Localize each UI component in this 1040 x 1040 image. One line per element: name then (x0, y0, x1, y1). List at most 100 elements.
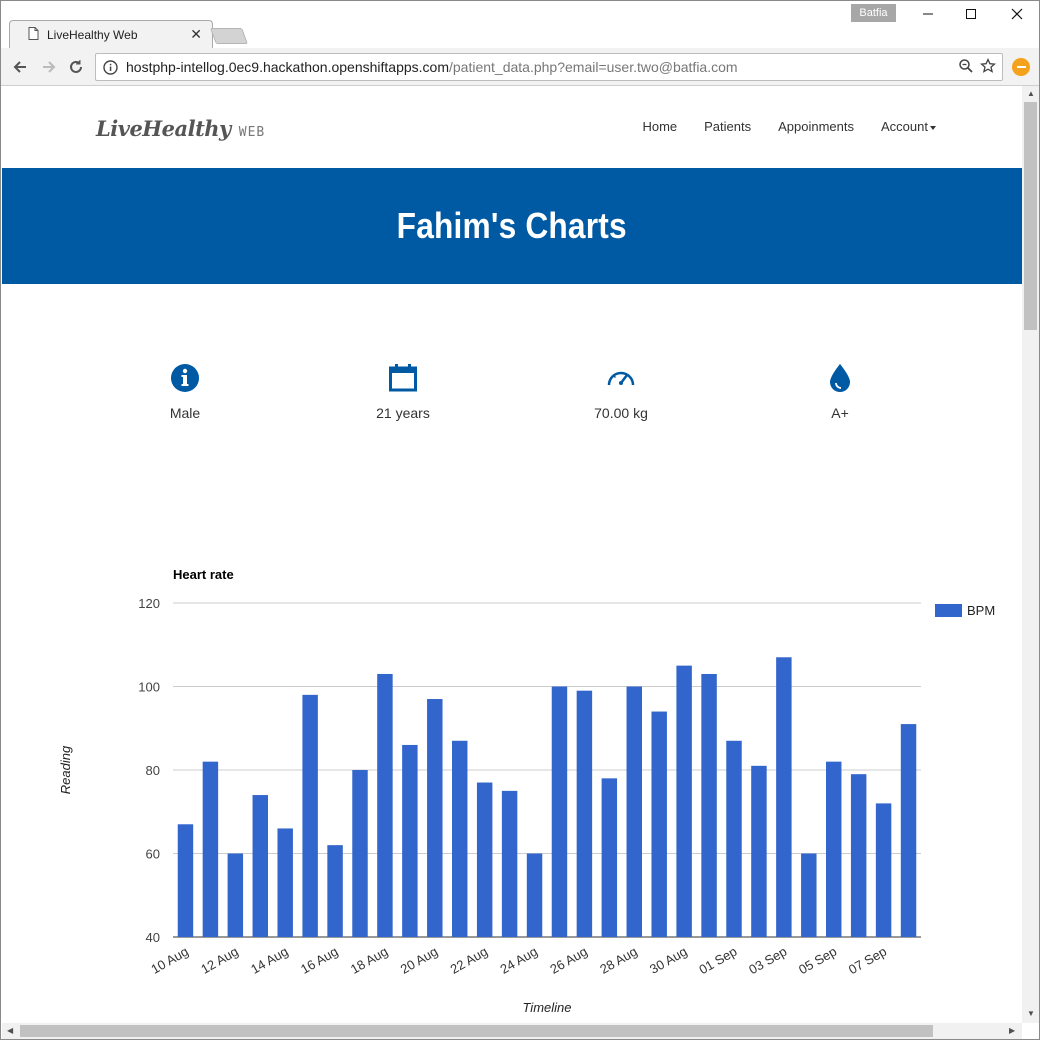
bar (601, 778, 618, 937)
close-window-button[interactable] (999, 5, 1035, 27)
minimize-button[interactable] (910, 5, 946, 27)
title-bar: LiveHealthy Web ✕ Batfia (1, 1, 1039, 49)
bar (227, 853, 244, 937)
page-banner: Fahim's Charts (2, 168, 1022, 284)
profile-badge[interactable]: Batfia (851, 4, 896, 22)
y-tick-label: 120 (138, 596, 160, 611)
url-path: /patient_data.php?email=user.two@batfia.… (449, 59, 738, 75)
stat-value: A+ (831, 405, 849, 421)
horizontal-scrollbar[interactable]: ◀ ▶ (2, 1023, 1022, 1039)
back-arrow-icon (13, 61, 26, 73)
scroll-up-arrow-icon[interactable]: ▲ (1027, 89, 1035, 98)
minimize-icon (923, 13, 933, 15)
chart-title: Heart rate (173, 567, 234, 582)
nav-home[interactable]: Home (642, 119, 677, 134)
x-tick-label: 18 Aug (348, 944, 391, 977)
blood-drop-icon (830, 364, 850, 392)
bar (576, 690, 593, 937)
maximize-button[interactable] (953, 5, 989, 27)
stat-gender: Male (115, 363, 255, 421)
scroll-down-arrow-icon[interactable]: ▼ (1027, 1009, 1035, 1018)
browser-toolbar: hostphp-intellog.0ec9.hackathon.openshif… (1, 48, 1039, 86)
x-tick-label: 22 Aug (448, 944, 491, 977)
bar (551, 686, 568, 937)
logo-sub-text: WEB (238, 125, 266, 140)
close-tab-icon[interactable]: ✕ (190, 26, 202, 43)
chart-svg: 40 60 80 100 120 10 Aug 12 Aug 14 Aug 16 Aug 18 A… (58, 567, 995, 1015)
y-tick-label: 80 (146, 763, 160, 778)
gauge-icon (607, 371, 635, 386)
bar (377, 673, 393, 937)
site-navbar: LiveHealthy WEB Home Patients Appoinment… (2, 86, 1022, 168)
browser-window: LiveHealthy Web ✕ Batfia hostphp-intello… (0, 0, 1040, 1040)
bookmark-star-icon[interactable] (979, 57, 997, 77)
tab-title: LiveHealthy Web (47, 28, 138, 42)
extension-icon[interactable] (1012, 58, 1030, 76)
back-button[interactable] (9, 56, 31, 78)
bar (726, 740, 742, 937)
page-viewport: LiveHealthy WEB Home Patients Appoinment… (2, 86, 1022, 1023)
nav-patients[interactable]: Patients (704, 119, 751, 134)
stat-age: 21 years (333, 363, 473, 421)
new-tab-button[interactable] (210, 28, 248, 44)
info-icon (171, 364, 199, 392)
bar (651, 711, 667, 937)
address-bar[interactable]: hostphp-intellog.0ec9.hackathon.openshif… (95, 53, 1003, 81)
nav-account-label: Account (881, 119, 928, 134)
vertical-scroll-thumb[interactable] (1024, 102, 1037, 330)
calendar-icon (389, 364, 417, 392)
bar (327, 845, 343, 937)
vertical-scrollbar[interactable]: ▲ ▼ (1022, 86, 1039, 1023)
nav-account[interactable]: Account (881, 119, 936, 134)
x-tick-label: 10 Aug (148, 944, 191, 977)
bar (751, 765, 767, 937)
site-logo[interactable]: LiveHealthy WEB (96, 116, 265, 141)
url-host: hostphp-intellog.0ec9.hackathon.openshif… (126, 59, 449, 75)
y-tick-label: 60 (146, 847, 160, 862)
bar (875, 803, 892, 937)
chevron-down-icon (930, 125, 936, 130)
stat-value: Male (169, 405, 201, 421)
main-menu: Home Patients Appoinments Account (642, 119, 936, 134)
heart-rate-chart: 40 60 80 100 120 10 Aug 12 Aug 14 Aug 16 Aug 18 A… (2, 556, 1022, 1023)
page-title: Fahim's Charts (396, 205, 628, 246)
bar (826, 761, 842, 937)
zoom-icon[interactable] (958, 58, 974, 77)
reload-button[interactable] (65, 56, 87, 78)
horizontal-scroll-thumb[interactable] (20, 1025, 933, 1037)
stat-weight: 70.00 kg (551, 363, 691, 421)
forward-button[interactable] (38, 56, 60, 78)
scroll-left-arrow-icon[interactable]: ◀ (7, 1026, 13, 1035)
x-tick-label: 28 Aug (597, 944, 640, 977)
reload-icon (70, 60, 82, 73)
x-tick-label: 07 Sep (846, 944, 889, 978)
nav-appoinments[interactable]: Appoinments (778, 119, 854, 134)
bar (277, 828, 293, 937)
x-tick-label: 16 Aug (298, 944, 341, 977)
close-icon (1011, 8, 1023, 20)
x-tick-label: 20 Aug (398, 944, 441, 977)
bar (626, 686, 642, 937)
bar (850, 774, 867, 937)
bar (352, 770, 368, 937)
bar (202, 761, 219, 937)
browser-tab[interactable]: LiveHealthy Web ✕ (9, 20, 213, 49)
legend-swatch (935, 604, 962, 617)
stat-value: 70.00 kg (594, 405, 648, 421)
x-axis-title: Timeline (522, 1000, 571, 1015)
x-tick-label: 30 Aug (647, 944, 690, 977)
bar (452, 740, 468, 937)
forward-arrow-icon (43, 61, 56, 73)
bar (402, 744, 418, 937)
bar (701, 673, 717, 937)
site-info-icon[interactable] (103, 60, 118, 78)
bar (476, 782, 493, 937)
y-axis-title: Reading (58, 745, 73, 794)
scroll-right-arrow-icon[interactable]: ▶ (1009, 1026, 1015, 1035)
bar (302, 694, 318, 937)
x-tick-label: 03 Sep (746, 944, 789, 978)
bar (427, 699, 443, 937)
bar (526, 853, 543, 937)
stat-blood-type: A+ (770, 363, 910, 421)
page-icon (28, 27, 39, 43)
